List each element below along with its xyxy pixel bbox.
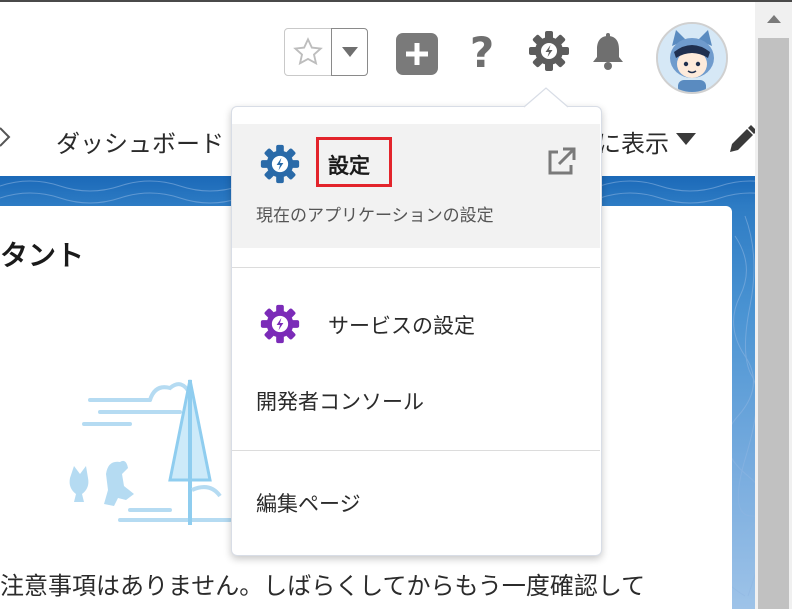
setup-label[interactable]: 設定 [328,150,370,180]
external-link-icon[interactable] [545,146,577,178]
setup-lightning-icon [260,144,300,184]
chevron-right-icon[interactable] [0,126,12,148]
favorite-star-button[interactable] [284,28,332,76]
scroll-up-button[interactable] [755,2,792,36]
scroll-up-arrow-icon [766,15,781,23]
menu-item-developer-console[interactable]: 開発者コンソール [256,386,424,416]
service-setup-icon [260,304,300,344]
star-icon [293,37,323,66]
setup-gear-button[interactable] [524,26,574,76]
card-title: タント [0,239,85,272]
nav-item-dashboard[interactable]: ダッシュボード [56,124,224,159]
empty-state-illustration [69,379,232,525]
global-actions-button[interactable] [396,33,438,75]
setup-gear-icon [529,31,569,71]
avatar [658,24,726,92]
scrollbar-thumb[interactable] [758,38,789,609]
nav-item-view-more[interactable]: に表示 [597,124,669,159]
edit-pencil-icon[interactable] [726,124,756,156]
user-avatar-button[interactable] [656,22,728,94]
global-header [0,2,755,100]
menu-divider [232,450,600,451]
help-icon: ? [469,27,495,77]
notifications-button[interactable] [587,30,629,74]
help-button[interactable]: ? [462,27,502,77]
plus-icon [406,43,428,65]
service-setup-label[interactable]: サービスの設定 [328,310,475,340]
dropdown-nubbin [523,87,569,108]
empty-state-message: 注意事項はありません。しばらくしてからもう一度確認して [0,572,646,600]
setup-subtitle: 現在のアプリケーションの設定 [256,206,494,226]
chevron-down-icon [341,47,358,57]
menu-divider [232,267,600,268]
caret-down-icon[interactable] [676,132,696,146]
favorites-dropdown-button[interactable] [331,28,368,76]
menu-item-edit-page[interactable]: 編集ページ [256,488,361,518]
bell-icon [593,33,623,70]
